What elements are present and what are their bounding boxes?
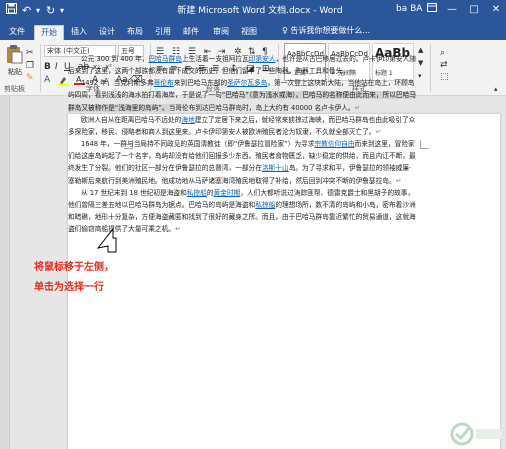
- bold-icon[interactable]: B: [44, 62, 51, 72]
- instruction-annotation: 将鼠标移于左侧，单击为选择一行: [34, 262, 114, 293]
- paragraph[interactable]: 从 17 世纪末到 18 世纪初是海盗和私掠船的黄金时期，人们大都听说过涛踪匪帮…: [68, 187, 416, 236]
- close-icon[interactable]: ✕: [488, 2, 504, 18]
- paragraph[interactable]: 欧洲人自从在距离巴哈马不远处的海地建立了定居下来之后，就经常来掳掠过海峡，而巴哈…: [68, 114, 416, 138]
- hyperlink[interactable]: 巴哈马群岛: [148, 55, 181, 63]
- tab-home[interactable]: 开始: [34, 25, 64, 40]
- minimize-icon[interactable]: —: [444, 2, 460, 18]
- paragraph[interactable]: 1648 年，一群与当局持不同政见的英国清教徒（即“伊鲁瑟拉冒险家”）为寻求宗教…: [68, 138, 416, 187]
- hyperlink[interactable]: 哥伦布: [154, 79, 174, 87]
- text-run: 公元 300 到 400 年，: [81, 55, 149, 63]
- italic-icon[interactable]: I: [55, 62, 58, 72]
- customize-icon[interactable]: ▾: [60, 3, 64, 19]
- undo-dropdown-icon[interactable]: ▾: [36, 3, 40, 19]
- redo-icon[interactable]: ↻: [46, 3, 55, 19]
- clipboard-icon: [7, 45, 23, 64]
- hyperlink[interactable]: 黄金时期: [214, 189, 241, 197]
- text-run: 的: [206, 188, 214, 197]
- select-icon[interactable]: ⬚: [440, 72, 449, 82]
- text-run: 1648 年，一群与当局持不同政见的英国清教徒（即“伊鲁瑟拉冒险家”）为寻求: [81, 140, 315, 149]
- scroll-up-icon[interactable]: ▲: [418, 45, 423, 55]
- ribbon-options-icon[interactable]: [424, 2, 440, 18]
- group-divider: [430, 44, 431, 92]
- tell-me-label: 告诉我你想要做什么...: [290, 26, 371, 35]
- paste-button[interactable]: [4, 44, 26, 68]
- paragraph-mark: ↵: [354, 103, 361, 112]
- undo-icon[interactable]: ↶: [22, 3, 31, 19]
- user-name[interactable]: ba BA: [396, 4, 422, 14]
- format-painter-icon[interactable]: ✎: [26, 73, 34, 83]
- paragraph[interactable]: 1492 年，当克利斯多弗哥伦布来到巴哈马东部的圣萨尔瓦多岛，第一次登上这块新大…: [68, 77, 416, 113]
- hyperlink[interactable]: 私掠船: [255, 201, 275, 209]
- margin-corner-mark: [420, 140, 429, 149]
- hyperlink[interactable]: 洛斯十山: [262, 164, 289, 172]
- hyperlink[interactable]: 宗教信仰自由: [314, 140, 354, 148]
- text-run: 当哥伦布到达巴哈马群岛时，岛上大约有 40000 名卢卡伊人。: [168, 103, 355, 112]
- text-run: 1492 年，当克利斯多弗: [81, 79, 154, 88]
- paste-label: 粘贴: [8, 68, 22, 76]
- hyperlink[interactable]: 印第安人: [249, 55, 276, 63]
- scroll-down-icon[interactable]: ▼: [418, 58, 423, 68]
- group-clipboard-label: 剪贴板: [4, 85, 25, 93]
- paragraph-mark: ↵: [348, 67, 355, 76]
- tab-view[interactable]: 视图: [238, 25, 260, 40]
- styles-more-icon[interactable]: ▾: [418, 71, 422, 81]
- tab-review[interactable]: 审阅: [210, 25, 232, 40]
- copy-icon[interactable]: ❐: [26, 61, 34, 71]
- tab-layout[interactable]: 布局: [124, 25, 146, 40]
- ribbon-tabs: 文件 开始 插入 设计 布局 引用 邮件 审阅 视图 ♀ 告诉我你想要做什么..…: [0, 22, 506, 40]
- collapse-ribbon-icon[interactable]: ▴: [494, 84, 498, 94]
- tell-me-search[interactable]: ♀ 告诉我你想要做什么...: [282, 25, 370, 37]
- tab-design[interactable]: 设计: [96, 25, 118, 40]
- replace-icon[interactable]: ⇄: [440, 60, 448, 70]
- save-icon[interactable]: [6, 3, 17, 19]
- find-icon[interactable]: ⌕: [440, 48, 445, 58]
- tab-mailings[interactable]: 邮件: [180, 25, 202, 40]
- cut-icon[interactable]: ✂: [26, 48, 34, 58]
- paragraph-mark: ↵: [375, 127, 382, 136]
- text-run: 上生活着一支祖阿拉瓦: [181, 55, 249, 63]
- lightbulb-icon: ♀: [282, 26, 288, 35]
- watermark-logo-icon: [450, 422, 502, 446]
- hyperlink[interactable]: 海地: [181, 116, 194, 124]
- tab-references[interactable]: 引用: [152, 25, 174, 40]
- document-body[interactable]: 公元 300 到 400 年，巴哈马群岛上生活着一支祖阿拉瓦印第安人，也许是从古…: [68, 53, 416, 235]
- hyperlink[interactable]: 私掠船: [187, 189, 207, 197]
- document-title: 新建 Microsoft Word 文档.docx - Word: [177, 6, 343, 16]
- arrow-cursor-icon: [96, 227, 117, 253]
- text-run: 欧洲人自从在距离巴哈马不远处的: [81, 115, 182, 124]
- paragraph-mark: ↵: [395, 176, 402, 185]
- text-run: 从 17 世纪末到 18 世纪初是海盗和: [81, 188, 187, 197]
- tab-file[interactable]: 文件: [6, 25, 28, 40]
- text-effects-icon[interactable]: A: [44, 75, 50, 85]
- vertical-ruler: [0, 96, 10, 449]
- hyperlink[interactable]: 圣萨尔瓦多岛: [227, 79, 267, 87]
- paragraph[interactable]: 公元 300 到 400 年，巴哈马群岛上生活着一支祖阿拉瓦印第安人，也许是从古…: [68, 53, 416, 77]
- tab-insert[interactable]: 插入: [68, 25, 90, 40]
- group-divider: [40, 44, 41, 92]
- text-run: 来到巴哈马东部的: [173, 79, 228, 88]
- restore-icon[interactable]: □: [466, 2, 482, 18]
- title-bar: ↶ ▾ ↻ ▾ 新建 Microsoft Word 文档.docx - Word…: [0, 0, 506, 22]
- paragraph-mark: ↵: [175, 225, 181, 234]
